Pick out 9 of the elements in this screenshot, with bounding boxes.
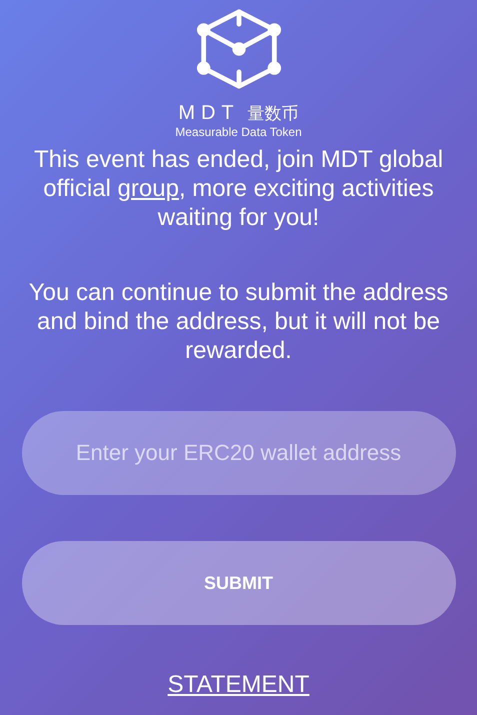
logo-icon — [196, 8, 282, 90]
statement-link[interactable]: STATEMENT — [168, 671, 310, 699]
brand-chinese-name: 量数币 — [248, 102, 299, 124]
group-link[interactable]: group — [118, 175, 179, 202]
submit-button[interactable]: SUBMIT — [22, 541, 456, 625]
brand-name: MDT — [178, 102, 240, 124]
brand-tagline: Measurable Data Token — [175, 125, 302, 139]
event-ended-message: This event has ended, join MDT global official group, more exciting activities waiting for you! — [32, 145, 444, 232]
notice-text: You can continue to submit the address and bind the address, but it will not be rewarded. — [28, 278, 448, 365]
